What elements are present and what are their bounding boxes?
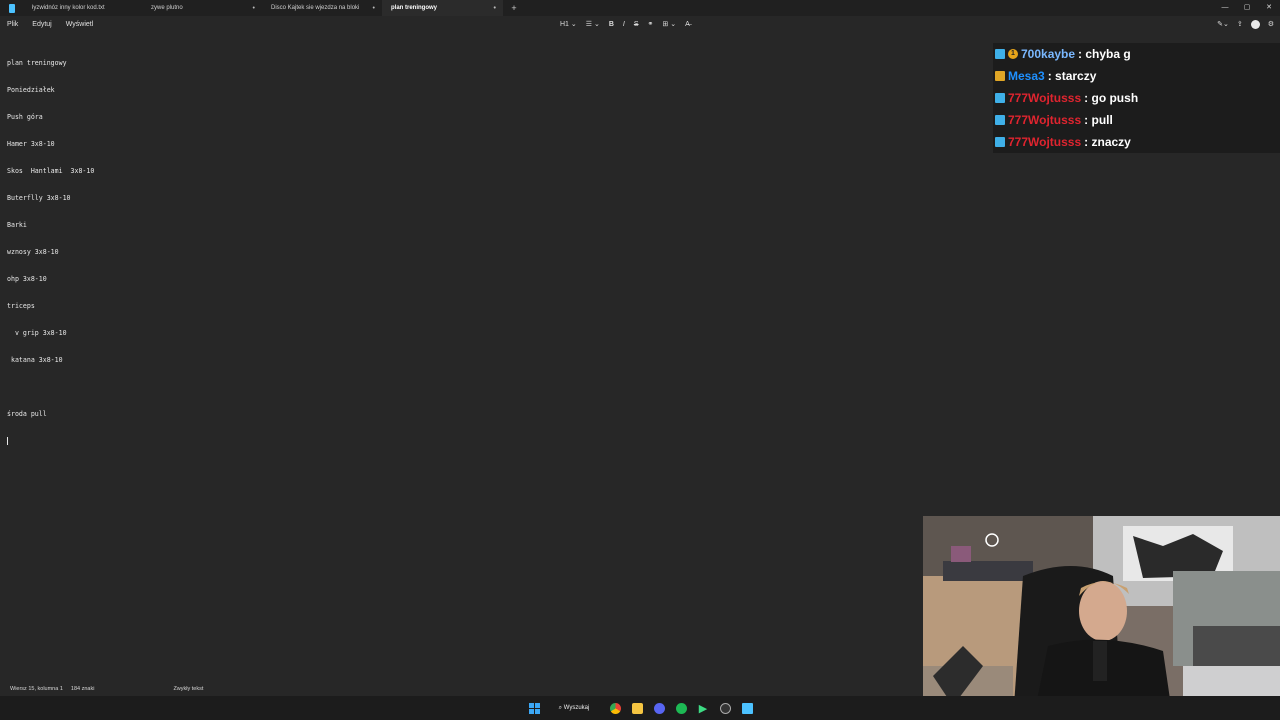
- unsaved-dot-icon[interactable]: •: [494, 5, 496, 12]
- chat-message: Mesa3 : starczy: [993, 65, 1280, 87]
- editor-line: plan treningowy: [7, 59, 67, 67]
- clear-formatting-icon[interactable]: A̶: [685, 21, 690, 28]
- editor-line: Skos Hantlami 3x8-10: [7, 167, 95, 175]
- status-bar: Wiersz 15, kolumna 1 184 znaki Zwykły te…: [0, 683, 922, 695]
- share-icon[interactable]: ⇪: [1237, 20, 1243, 28]
- tab-title: zywe plutno: [151, 5, 183, 11]
- text-style[interactable]: Zwykły tekst: [173, 686, 203, 692]
- menu-file[interactable]: Plik: [0, 21, 18, 28]
- right-toolbar: ✎⌄ ⇪ ⚙: [1209, 16, 1274, 32]
- close-button[interactable]: ✕: [1258, 0, 1280, 16]
- tab-plan-treningowy[interactable]: plan treningowy •: [382, 0, 503, 16]
- tab-disco-kajtek[interactable]: Disco Kajtek sie wjezdza na bloki •: [262, 0, 382, 16]
- link-icon[interactable]: ⚭: [648, 20, 654, 28]
- editor-line: katana 3x8-10: [7, 356, 63, 364]
- chat-username: 700kaybe: [1021, 47, 1076, 61]
- spotify-icon[interactable]: [674, 700, 688, 716]
- unsaved-dot-icon[interactable]: •: [253, 5, 255, 12]
- editor-line: Push góra: [7, 113, 43, 121]
- list-dropdown-icon[interactable]: ☰ ⌄: [586, 20, 600, 28]
- tab-title: Disco Kajtek sie wjezdza na bloki: [271, 5, 360, 11]
- chat-message: 777Wojtusss : znaczy: [993, 131, 1280, 153]
- format-toolbar: H1 ⌄ ☰ ⌄ B I S ⚭ ⊞ ⌄ A̶: [560, 16, 699, 32]
- chat-text: : pull: [1084, 113, 1113, 127]
- stream-chat-overlay: 1 700kaybe : chyba g Mesa3 : starczy 777…: [993, 43, 1280, 153]
- editor-line: triceps: [7, 302, 35, 310]
- editor-line: wznosy 3x8-10: [7, 248, 59, 256]
- discord-icon[interactable]: [652, 700, 666, 716]
- chat-text: : starczy: [1047, 69, 1097, 83]
- notepad-app-icon: [9, 3, 15, 13]
- tab-bar: łyzwidnóz inny kolor kod.txt zywe plutno…: [0, 0, 1280, 16]
- chrome-icon[interactable]: [608, 700, 622, 716]
- bold-button[interactable]: B: [609, 21, 614, 28]
- editor-line: środa pull: [7, 410, 47, 418]
- window-controls: — ▢ ✕: [1214, 0, 1280, 16]
- tab-title: plan treningowy: [391, 5, 438, 11]
- tab-zywe-plutno[interactable]: zywe plutno •: [142, 0, 262, 16]
- file-explorer-icon[interactable]: [630, 700, 644, 716]
- chat-text: : chyba g: [1078, 47, 1131, 61]
- tab-kod-txt[interactable]: łyzwidnóz inny kolor kod.txt: [23, 0, 142, 16]
- media-player-icon[interactable]: ▶: [696, 700, 710, 716]
- chat-text: : go push: [1084, 91, 1139, 105]
- prime-badge-icon: [995, 49, 1005, 59]
- chat-username: 777Wojtusss: [1008, 113, 1082, 127]
- chat-message: 777Wojtusss : pull: [993, 109, 1280, 131]
- editor-line: Barki: [7, 221, 27, 229]
- prime-badge-icon: [995, 115, 1005, 125]
- editor-line: ohp 3x8-10: [7, 275, 47, 283]
- chat-message: 1 700kaybe : chyba g: [993, 43, 1280, 65]
- search-label: Wyszukaj: [563, 705, 590, 711]
- prime-badge-icon: [995, 137, 1005, 147]
- unsaved-dot-icon[interactable]: •: [373, 5, 375, 12]
- account-avatar[interactable]: [1250, 19, 1260, 29]
- char-count: 184 znaki: [70, 686, 95, 692]
- copilot-icon[interactable]: ✎⌄: [1217, 20, 1229, 28]
- editor-caret-line: [7, 437, 94, 446]
- heading-dropdown[interactable]: H1 ⌄: [560, 20, 577, 28]
- editor-line: Hamer 3x8-10: [7, 140, 55, 148]
- obs-icon[interactable]: [718, 700, 732, 716]
- main-menu: Plik Edytuj Wyświetl: [0, 16, 100, 32]
- text-caret: [7, 437, 8, 445]
- prime-badge-icon: [995, 93, 1005, 103]
- menu-view[interactable]: Wyświetl: [59, 21, 94, 28]
- taskbar: ⌕ Wyszukaj ▶: [0, 696, 1280, 720]
- webcam-overlay: [923, 516, 1280, 720]
- cursor-position: Wiersz 15, kolumna 1: [10, 686, 63, 692]
- tab-title: łyzwidnóz inny kolor kod.txt: [32, 5, 105, 11]
- chat-username: 777Wojtusss: [1008, 135, 1082, 149]
- menu-edit[interactable]: Edytuj: [25, 21, 51, 28]
- notepad-icon[interactable]: [740, 700, 754, 716]
- strikethrough-button[interactable]: S: [634, 21, 639, 28]
- text-editor[interactable]: plan treningowy Poniedziałek Push góra H…: [7, 41, 94, 455]
- chat-text: : znaczy: [1084, 135, 1131, 149]
- windows-logo-icon: [528, 702, 540, 714]
- start-button[interactable]: [528, 700, 540, 716]
- chat-username: Mesa3: [1008, 69, 1045, 83]
- maximize-button[interactable]: ▢: [1236, 0, 1258, 16]
- editor-line: v grip 3x8-10: [7, 329, 67, 337]
- subscriber-badge-icon: [995, 71, 1005, 81]
- minimize-button[interactable]: —: [1214, 0, 1236, 16]
- settings-gear-icon[interactable]: ⚙: [1268, 20, 1274, 28]
- table-dropdown-icon[interactable]: ⊞ ⌄: [662, 20, 676, 28]
- editor-line: Buterflly 3x8-10: [7, 194, 71, 202]
- editor-line: Poniedziałek: [7, 86, 55, 94]
- chat-message: 777Wojtusss : go push: [993, 87, 1280, 109]
- gift-badge-icon: 1: [1008, 49, 1018, 59]
- italic-button[interactable]: I: [623, 21, 625, 28]
- chat-username: 777Wojtusss: [1008, 91, 1082, 105]
- menu-bar: Plik Edytuj Wyświetl H1 ⌄ ☰ ⌄ B I S ⚭ ⊞ …: [0, 16, 1280, 32]
- taskbar-search[interactable]: ⌕ Wyszukaj: [553, 700, 595, 716]
- webcam-scene: [923, 516, 1280, 720]
- new-tab-button[interactable]: +: [509, 3, 519, 13]
